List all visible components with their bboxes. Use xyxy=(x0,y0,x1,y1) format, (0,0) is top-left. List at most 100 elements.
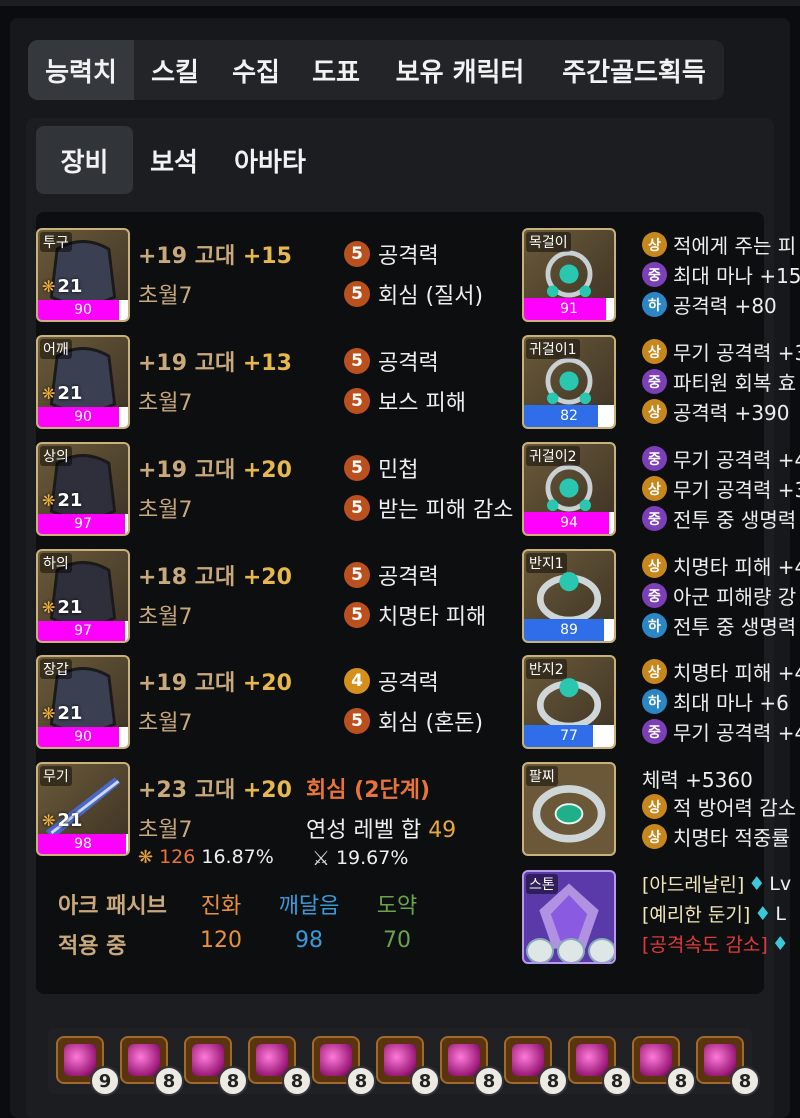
upgrade-level: ❋ 21 xyxy=(42,597,82,618)
accessory-option: 중 무기 공격력 +4 xyxy=(642,444,800,473)
attack-percent: 19.67% xyxy=(335,847,409,869)
slot-label: 팔찌 xyxy=(526,766,558,786)
armor-slot[interactable]: 어깨 ❋ 21 90 xyxy=(36,335,130,429)
gem-slot[interactable]: 8 xyxy=(120,1036,184,1096)
gem-slot[interactable]: 9 xyxy=(56,1036,120,1096)
quality-bar: 89 xyxy=(524,619,614,641)
gem-icon xyxy=(320,1044,352,1076)
engraving-level: 5 xyxy=(344,562,370,588)
item-grade: +19 고대 xyxy=(138,351,243,376)
gem-slot[interactable]: 8 xyxy=(632,1036,696,1096)
flame-icon: ❋ xyxy=(42,704,56,723)
option-text: 아군 피해량 강 xyxy=(673,585,797,609)
grade-badge: 상 xyxy=(642,659,667,684)
transcend-set: 초월7 xyxy=(138,711,193,736)
slot-label: 귀걸이2 xyxy=(526,446,580,466)
engraving: 5 민첩 xyxy=(344,452,418,484)
slot-label: 반지2 xyxy=(526,659,567,679)
accessory-slot[interactable]: 귀걸이1 82 xyxy=(522,335,616,429)
tab-stats[interactable]: 능력치 xyxy=(28,40,134,100)
option-text: 최대 마나 +6 xyxy=(673,691,789,715)
gem-slot[interactable]: 8 xyxy=(504,1036,568,1096)
tab-characters[interactable]: 보유 캐릭터 xyxy=(376,40,544,100)
upgrade-level: ❋ 21 xyxy=(42,383,82,404)
tab-avatar[interactable]: 아바타 xyxy=(215,126,325,194)
ark-passive-status: 적용 중 xyxy=(58,934,127,959)
quality-value: 90 xyxy=(74,729,92,745)
honing-level: +13 xyxy=(242,351,292,376)
gem-level: 8 xyxy=(538,1066,568,1096)
transcend-set: 초월7 xyxy=(138,498,193,523)
gem-level: 8 xyxy=(218,1066,248,1096)
tab-weekly-gold[interactable]: 주간골드획득 xyxy=(544,40,724,100)
engraving-name: 공격력 xyxy=(378,351,439,376)
armor-slot[interactable]: 상의 ❋ 21 97 xyxy=(36,442,130,536)
grade-badge: 상 xyxy=(642,399,667,424)
crystal-icon: ♦ xyxy=(771,932,789,955)
bracelet-option: 상 치명타 적중률 xyxy=(642,822,790,851)
main-tab-bar: 능력치 스킬 수집 도표 보유 캐릭터 주간골드획득 xyxy=(28,40,724,100)
item-name: +19 고대 +20 xyxy=(138,452,292,484)
tab-gems[interactable]: 보석 xyxy=(133,126,215,194)
accessory-slot[interactable]: 반지1 89 xyxy=(522,549,616,643)
gem-icon xyxy=(640,1044,672,1076)
grade-badge: 상 xyxy=(642,553,667,578)
flame-icon: ❋ xyxy=(42,811,56,830)
gem-level: 8 xyxy=(410,1066,440,1096)
grade-badge: 중 xyxy=(642,446,667,471)
stone-gauge xyxy=(588,938,614,962)
upgrade-level: ❋ 21 xyxy=(42,276,82,297)
gem-slot[interactable]: 8 xyxy=(440,1036,504,1096)
armor-slot[interactable]: 무기 ❋ 21 98 xyxy=(36,762,130,856)
engraving-level: 5 xyxy=(344,388,370,414)
tab-skills[interactable]: 스킬 xyxy=(134,40,216,100)
quality-bar: 98 xyxy=(38,834,128,854)
gem-icon xyxy=(192,1044,224,1076)
option-text: 무기 공격력 +3 xyxy=(673,478,800,502)
accessory-slot[interactable]: 목걸이 91 xyxy=(522,228,616,322)
quality-value: 97 xyxy=(74,623,92,639)
tab-chart[interactable]: 도표 xyxy=(296,40,376,100)
quality-value: 89 xyxy=(560,622,578,638)
accessory-slot[interactable]: 반지2 77 xyxy=(522,655,616,749)
tab-collection[interactable]: 수집 xyxy=(216,40,296,100)
slot-label: 장갑 xyxy=(40,659,72,679)
bracelet-slot[interactable]: 팔찌 xyxy=(522,762,616,856)
gem-icon xyxy=(576,1044,608,1076)
option-text: 전투 중 생명력 xyxy=(673,615,797,639)
accessory-slot[interactable]: 귀걸이2 94 xyxy=(522,442,616,536)
tab-equipment[interactable]: 장비 xyxy=(36,126,133,194)
slot-label: 스톤 xyxy=(526,874,558,894)
gem-slot[interactable]: 8 xyxy=(248,1036,312,1096)
ability-stone-slot[interactable]: 스톤 xyxy=(522,870,616,964)
item-name: +18 고대 +20 xyxy=(138,559,292,591)
gem-level: 8 xyxy=(666,1066,696,1096)
gem-slot[interactable]: 8 xyxy=(184,1036,248,1096)
option-text: 파티원 회복 효 xyxy=(673,371,797,395)
quality-value: 90 xyxy=(74,409,92,425)
engraving-level: 5 xyxy=(344,455,370,481)
honing-level: +20 xyxy=(242,778,292,803)
quality-bar: 90 xyxy=(38,727,128,747)
armor-slot[interactable]: 하의 ❋ 21 97 xyxy=(36,549,130,643)
quality-bar: 82 xyxy=(524,405,614,427)
gem-slot[interactable]: 8 xyxy=(696,1036,760,1096)
gem-slot[interactable]: 8 xyxy=(568,1036,632,1096)
item-name: +23 고대 +20 xyxy=(138,772,292,804)
option-text: 전투 중 생명력 xyxy=(673,508,797,532)
flame-icon: ❋ xyxy=(42,277,56,296)
gem-slot[interactable]: 8 xyxy=(376,1036,440,1096)
armor-slot[interactable]: 투구 ❋ 21 90 xyxy=(36,228,130,322)
stone-gauges xyxy=(526,938,614,962)
engraving: 5 공격력 xyxy=(344,345,439,377)
armor-slot[interactable]: 장갑 ❋ 21 90 xyxy=(36,655,130,749)
grade-badge: 상 xyxy=(642,232,667,257)
flame-icon: ❋ xyxy=(42,598,56,617)
stone-engraving: [공격속도 감소] ♦ xyxy=(642,930,789,957)
upgrade-level: ❋ 21 xyxy=(42,703,82,724)
option-text: 공격력 +390 xyxy=(673,401,790,425)
slot-label: 어깨 xyxy=(40,339,72,359)
accessory-option: 상 치명타 피해 +4 xyxy=(642,657,800,686)
gem-slot[interactable]: 8 xyxy=(312,1036,376,1096)
honing-level: +15 xyxy=(242,244,292,269)
